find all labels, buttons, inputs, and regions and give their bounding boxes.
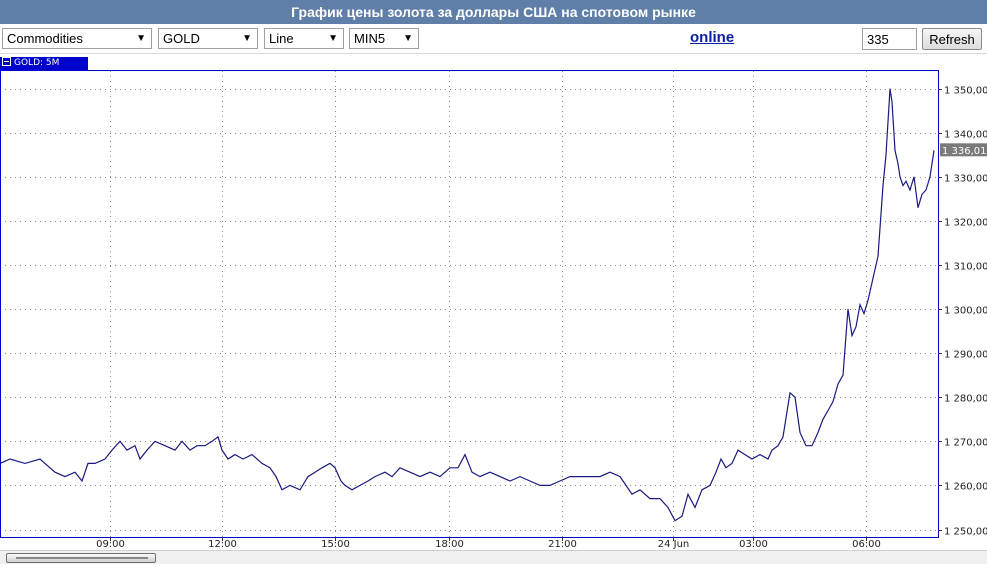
page-title: График цены золота за доллары США на спо… xyxy=(0,0,987,24)
interval-select-value: MIN5 xyxy=(354,31,386,46)
x-tick-label: 24 Jun xyxy=(658,539,690,550)
y-tick-label: 1 330,00 xyxy=(944,174,987,185)
y-tick-label: 1 350,00 xyxy=(944,86,987,97)
y-tick-label: 1 280,00 xyxy=(944,394,987,405)
chevron-down-icon: ▼ xyxy=(242,33,252,44)
scrollbar-thumb[interactable] xyxy=(6,553,156,563)
y-tick-label: 1 320,00 xyxy=(944,218,987,229)
legend-label: GOLD: 5M xyxy=(14,58,60,68)
chart-area: 1 250,00 1 260,00 1 270,00 1 280,00 1 290,00… xyxy=(0,55,987,567)
x-tick-label: 06:00 xyxy=(852,539,881,550)
last-price-label: 1 336,01 xyxy=(942,146,987,157)
instrument-select-value: GOLD xyxy=(163,31,200,46)
y-tick-label: 1 250,00 xyxy=(944,527,987,538)
y-tick-label: 1 340,00 xyxy=(944,130,987,141)
y-tick-label: 1 300,00 xyxy=(944,306,987,317)
y-tick-label: 1 290,00 xyxy=(944,350,987,361)
online-link[interactable]: online xyxy=(690,29,734,46)
x-tick-label: 21:00 xyxy=(548,539,577,550)
x-tick-label: 18:00 xyxy=(435,539,464,550)
y-tick-label: 1 260,00 xyxy=(944,482,987,493)
toolbar: Commodities ▼ GOLD ▼ Line ▼ MIN5 ▼ onlin… xyxy=(0,24,987,54)
market-select[interactable]: Commodities ▼ xyxy=(2,28,152,49)
x-tick-label: 15:00 xyxy=(321,539,350,550)
chart-type-select-value: Line xyxy=(269,31,294,46)
chart-type-select[interactable]: Line ▼ xyxy=(264,28,344,49)
y-tick-label: 1 310,00 xyxy=(944,262,987,273)
series-line xyxy=(0,88,935,522)
x-tick-label: 09:00 xyxy=(96,539,125,550)
refresh-button[interactable]: Refresh xyxy=(922,28,982,50)
price-chart: 1 250,00 1 260,00 1 270,00 1 280,00 1 290,00… xyxy=(0,70,987,550)
chevron-down-icon: ▼ xyxy=(403,33,413,44)
chevron-down-icon: ▼ xyxy=(136,33,146,44)
x-tick-label: 12:00 xyxy=(208,539,237,550)
y-tick-label: 1 270,00 xyxy=(944,438,987,449)
horizontal-scrollbar[interactable] xyxy=(0,550,987,564)
collapse-icon[interactable] xyxy=(2,57,11,66)
market-select-value: Commodities xyxy=(7,31,83,46)
instrument-select[interactable]: GOLD ▼ xyxy=(158,28,258,49)
interval-select[interactable]: MIN5 ▼ xyxy=(349,28,419,49)
bars-count-input[interactable] xyxy=(862,28,917,50)
x-tick-label: 03:00 xyxy=(739,539,768,550)
chevron-down-icon: ▼ xyxy=(328,33,338,44)
legend-tag: GOLD: 5M xyxy=(0,57,88,70)
